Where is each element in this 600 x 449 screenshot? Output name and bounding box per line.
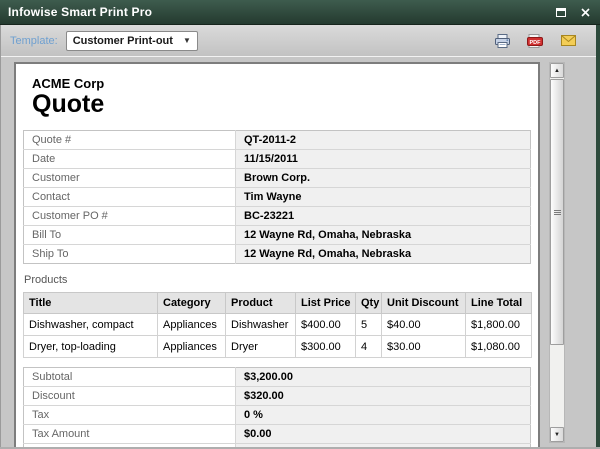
column-header-title: Title [24,293,158,314]
scrollbar-thumb[interactable] [550,79,564,345]
detail-row: Customer PO # BC-23221 [24,207,531,226]
close-button[interactable] [578,5,592,19]
product-title: Dishwasher, compact [24,314,158,336]
product-row: Dishwasher, compact Appliances Dishwashe… [24,314,532,336]
detail-value: 12 Wayne Rd, Omaha, Nebraska [236,226,531,245]
products-header-row: Title Category Product List Price Qty Un… [24,293,532,314]
total-value: 0 % [236,406,531,425]
total-row: Subtotal $3,200.00 [24,368,531,387]
product-unit-discount: $30.00 [382,336,466,358]
detail-value: BC-23221 [236,207,531,226]
column-header-line-total: Line Total [466,293,532,314]
total-label: Subtotal [24,368,236,387]
detail-value: 12 Wayne Rd, Omaha, Nebraska [236,245,531,264]
products-section-label: Products [23,274,531,286]
column-header-product: Product [226,293,296,314]
column-header-qty: Qty [356,293,382,314]
detail-row: Ship To 12 Wayne Rd, Omaha, Nebraska [24,245,531,264]
window-titlebar: Infowise Smart Print Pro [0,0,600,25]
detail-value: QT-2011-2 [236,131,531,150]
document-page: ACME Corp Quote Quote # QT-2011-2 Date 1… [14,62,540,449]
detail-row: Customer Brown Corp. [24,169,531,188]
product-list-price: $400.00 [296,314,356,336]
detail-label: Quote # [24,131,236,150]
detail-row: Quote # QT-2011-2 [24,131,531,150]
maximize-icon [556,8,566,17]
total-value: $0.00 [236,425,531,444]
email-icon [561,35,576,46]
total-row: Tax Amount $0.00 [24,425,531,444]
detail-label: Ship To [24,245,236,264]
total-label: Discount [24,387,236,406]
print-icon [495,34,510,48]
total-label: Tax Amount [24,425,236,444]
total-row: Discount $320.00 [24,387,531,406]
product-unit-discount: $40.00 [382,314,466,336]
scroll-down-button[interactable]: ▼ [550,427,564,442]
template-label: Template: [10,35,58,47]
maximize-button[interactable] [554,5,568,19]
totals-table: Subtotal $3,200.00 Discount $320.00 Tax … [23,367,531,449]
email-button[interactable] [560,33,576,48]
print-button[interactable] [494,33,510,48]
product-name: Dishwasher [226,314,296,336]
total-value: $320.00 [236,387,531,406]
window-border-right [596,0,600,449]
smart-print-pro-dialog: Infowise Smart Print Pro Template: Custo… [0,0,600,449]
product-row: Dryer, top-loading Appliances Dryer $300… [24,336,532,358]
scrollbar-grip-icon [554,209,561,216]
column-header-list-price: List Price [296,293,356,314]
product-qty: 4 [356,336,382,358]
product-category: Appliances [158,336,226,358]
total-row: Tax 0 % [24,406,531,425]
chevron-down-icon: ▼ [183,36,191,45]
scroll-up-button[interactable]: ▲ [550,63,564,78]
detail-row: Bill To 12 Wayne Rd, Omaha, Nebraska [24,226,531,245]
detail-label: Customer [24,169,236,188]
template-dropdown[interactable]: Customer Print-out ▼ [66,31,198,51]
products-table: Title Category Product List Price Qty Un… [23,292,532,358]
detail-label: Date [24,150,236,169]
scroll-down-icon: ▼ [554,432,560,438]
product-line-total: $1,080.00 [466,336,532,358]
company-name: ACME Corp [23,76,531,91]
total-label: Tax [24,406,236,425]
vertical-scrollbar[interactable]: ▲ ▼ [549,62,565,443]
scroll-up-icon: ▲ [554,68,560,74]
print-preview-area: ACME Corp Quote Quote # QT-2011-2 Date 1… [0,57,600,449]
product-name: Dryer [226,336,296,358]
window-controls [554,5,592,19]
detail-label: Contact [24,188,236,207]
column-header-category: Category [158,293,226,314]
detail-value: Tim Wayne [236,188,531,207]
detail-label: Bill To [24,226,236,245]
detail-label: Customer PO # [24,207,236,226]
quote-details-table: Quote # QT-2011-2 Date 11/15/2011 Custom… [23,130,531,264]
template-selected-value: Customer Print-out [73,35,173,47]
product-qty: 5 [356,314,382,336]
product-title: Dryer, top-loading [24,336,158,358]
export-pdf-button[interactable]: PDF [527,33,543,48]
window-title: Infowise Smart Print Pro [8,5,152,19]
product-category: Appliances [158,314,226,336]
document-title: Quote [23,91,531,118]
window-border-left [0,0,1,449]
toolbar-actions: PDF [494,33,590,48]
product-line-total: $1,800.00 [466,314,532,336]
detail-row: Contact Tim Wayne [24,188,531,207]
total-value: $3,200.00 [236,368,531,387]
toolbar: Template: Customer Print-out ▼ PDF [0,25,600,57]
detail-value: 11/15/2011 [236,150,531,169]
svg-text:PDF: PDF [530,39,542,45]
detail-value: Brown Corp. [236,169,531,188]
product-list-price: $300.00 [296,336,356,358]
column-header-unit-discount: Unit Discount [382,293,466,314]
detail-row: Date 11/15/2011 [24,150,531,169]
pdf-icon: PDF [527,34,543,48]
close-icon [581,8,590,17]
